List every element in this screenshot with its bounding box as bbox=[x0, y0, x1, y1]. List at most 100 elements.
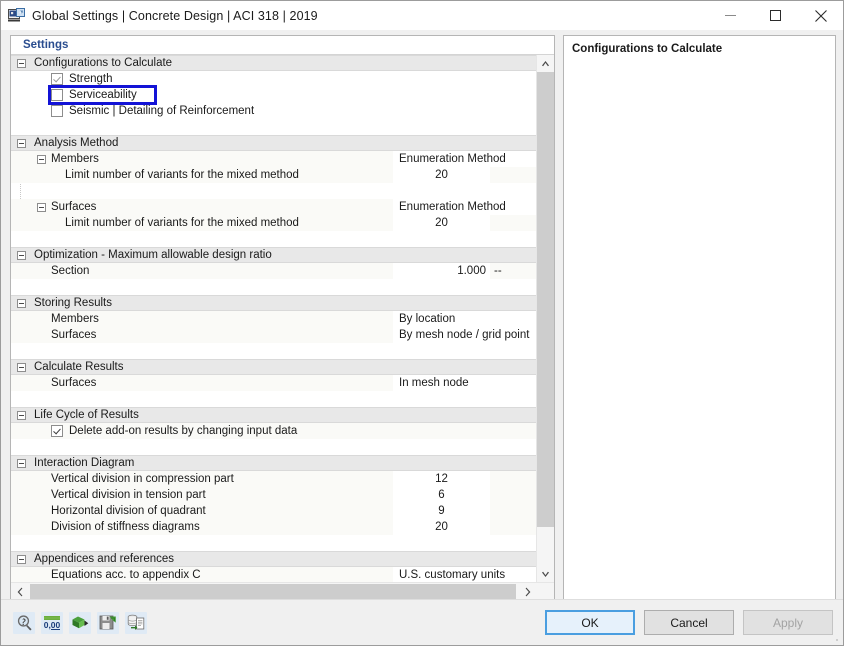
group-title: Analysis Method bbox=[34, 137, 119, 149]
copy-settings-icon[interactable] bbox=[125, 611, 147, 634]
cancel-button[interactable]: Cancel bbox=[644, 610, 734, 635]
tree-row-storing-members[interactable]: Members By location bbox=[11, 311, 537, 327]
tree-row-value[interactable]: By location bbox=[393, 311, 537, 327]
scroll-down-icon[interactable] bbox=[537, 566, 554, 583]
scroll-right-icon[interactable] bbox=[520, 583, 537, 600]
tree-row-value[interactable]: 20 bbox=[393, 215, 490, 231]
tree-row-value[interactable]: 1.000 bbox=[393, 263, 490, 279]
tree-vertical-scrollbar[interactable] bbox=[536, 55, 554, 583]
tree-row-delete-addon-results[interactable]: Delete add-on results by changing input … bbox=[11, 423, 537, 439]
tree-row-label: Members bbox=[51, 312, 99, 325]
tree-row-label: Equations acc. to appendix C bbox=[51, 568, 201, 581]
tree-row-value[interactable]: Enumeration Method bbox=[393, 151, 537, 167]
tree-row-label: Limit number of variants for the mixed m… bbox=[65, 168, 299, 181]
group-spacer bbox=[11, 439, 537, 455]
tree-row-value[interactable]: By mesh node / grid point bbox=[393, 327, 537, 343]
serviceability-checkbox[interactable] bbox=[51, 89, 63, 101]
close-button[interactable] bbox=[798, 1, 843, 30]
tree-horizontal-scrollbar[interactable] bbox=[11, 582, 554, 600]
group-spacer bbox=[11, 343, 537, 359]
group-title: Configurations to Calculate bbox=[34, 57, 173, 69]
tree-row-value[interactable]: 6 bbox=[393, 487, 490, 503]
settings-tree-container: Configurations to Calculate Strength Ser… bbox=[11, 55, 554, 600]
seismic-checkbox[interactable] bbox=[51, 105, 63, 117]
tree-row-label: Vertical division in compression part bbox=[51, 472, 234, 485]
tree-row-equations-appendix-c[interactable]: Equations acc. to appendix C U.S. custom… bbox=[11, 567, 537, 583]
scroll-left-icon[interactable] bbox=[11, 583, 28, 600]
collapse-toggle-icon[interactable] bbox=[11, 554, 31, 564]
tree-row-value[interactable]: In mesh node bbox=[393, 375, 537, 391]
collapse-toggle-icon[interactable] bbox=[31, 202, 51, 212]
tree-row-label: Surfaces bbox=[51, 328, 97, 341]
collapse-toggle-icon[interactable] bbox=[11, 362, 31, 372]
tree-row-serviceability[interactable]: Serviceability bbox=[11, 87, 537, 103]
collapse-toggle-icon[interactable] bbox=[11, 410, 31, 420]
collapse-toggle-icon[interactable] bbox=[11, 250, 31, 260]
tree-row-unit: -- bbox=[490, 263, 536, 279]
group-header-life-cycle[interactable]: Life Cycle of Results bbox=[11, 407, 537, 423]
strength-checkbox[interactable] bbox=[51, 73, 63, 85]
group-title: Life Cycle of Results bbox=[34, 409, 139, 421]
info-panel-title: Configurations to Calculate bbox=[572, 43, 723, 55]
tree-row-section[interactable]: Section 1.000 -- bbox=[11, 263, 537, 279]
tree-row-horizontal-division-quadrant[interactable]: Horizontal division of quadrant 9 bbox=[11, 503, 537, 519]
search-settings-icon[interactable] bbox=[13, 611, 35, 634]
resize-grip[interactable] bbox=[830, 633, 840, 643]
tree-row-value[interactable]: 20 bbox=[393, 519, 490, 535]
tree-row-value[interactable]: U.S. customary units bbox=[393, 567, 537, 583]
tree-row-seismic[interactable]: Seismic | Detailing of Reinforcement bbox=[11, 103, 537, 119]
tree-row-limit-variants-surfaces[interactable]: Limit number of variants for the mixed m… bbox=[11, 215, 537, 231]
group-header-storing-results[interactable]: Storing Results bbox=[11, 295, 537, 311]
save-settings-icon[interactable] bbox=[97, 611, 119, 634]
dialog-body: Settings Configurations to Calculate Str… bbox=[1, 30, 843, 601]
window-title: Global Settings | Concrete Design | ACI … bbox=[32, 8, 318, 23]
group-header-appendices[interactable]: Appendices and references bbox=[11, 551, 537, 567]
maximize-button[interactable] bbox=[753, 1, 798, 30]
collapse-toggle-icon[interactable] bbox=[11, 298, 31, 308]
info-panel: Configurations to Calculate bbox=[563, 35, 836, 601]
collapse-toggle-icon[interactable] bbox=[11, 138, 31, 148]
tree-row-value[interactable]: 12 bbox=[393, 471, 490, 487]
tree-row-label: Delete add-on results by changing input … bbox=[69, 424, 298, 437]
group-header-optimization[interactable]: Optimization - Maximum allowable design … bbox=[11, 247, 537, 263]
vertical-scroll-thumb[interactable] bbox=[537, 72, 554, 527]
group-title: Storing Results bbox=[34, 297, 112, 309]
import-settings-icon[interactable] bbox=[69, 611, 91, 634]
tree-row-division-stiffness-diagrams[interactable]: Division of stiffness diagrams 20 bbox=[11, 519, 537, 535]
tree-row-vertical-division-tension[interactable]: Vertical division in tension part 6 bbox=[11, 487, 537, 503]
tree-row-limit-variants-members[interactable]: Limit number of variants for the mixed m… bbox=[11, 167, 537, 183]
delete-addon-results-checkbox[interactable] bbox=[51, 425, 63, 437]
collapse-toggle-icon[interactable] bbox=[31, 154, 51, 164]
subgroup-spacer bbox=[11, 183, 537, 199]
tree-row-vertical-division-compression[interactable]: Vertical division in compression part 12 bbox=[11, 471, 537, 487]
ok-button[interactable]: OK bbox=[545, 610, 635, 635]
global-settings-dialog: Global Settings | Concrete Design | ACI … bbox=[0, 0, 844, 646]
tree-row-strength[interactable]: Strength bbox=[11, 71, 537, 87]
tree-row-members-analysis[interactable]: Members Enumeration Method bbox=[11, 151, 537, 167]
group-header-configurations[interactable]: Configurations to Calculate bbox=[11, 55, 537, 71]
tree-row-label: Members bbox=[51, 152, 99, 165]
tree-row-calculate-surfaces[interactable]: Surfaces In mesh node bbox=[11, 375, 537, 391]
decimal-places-icon[interactable]: 0,00 bbox=[41, 611, 63, 634]
group-header-calculate-results[interactable]: Calculate Results bbox=[11, 359, 537, 375]
tree-row-value[interactable]: Enumeration Method bbox=[393, 199, 537, 215]
group-title: Interaction Diagram bbox=[34, 457, 135, 469]
group-header-analysis-method[interactable]: Analysis Method bbox=[11, 135, 537, 151]
minimize-button[interactable] bbox=[708, 1, 753, 30]
scroll-up-icon[interactable] bbox=[537, 55, 554, 72]
tree-row-label: Section bbox=[51, 264, 90, 277]
horizontal-scroll-thumb[interactable] bbox=[30, 584, 516, 599]
tree-row-value[interactable]: 20 bbox=[393, 167, 490, 183]
settings-tree[interactable]: Configurations to Calculate Strength Ser… bbox=[11, 55, 537, 583]
settings-panel: Settings Configurations to Calculate Str… bbox=[10, 35, 555, 601]
tree-row-label: Strength bbox=[69, 72, 113, 85]
group-header-interaction-diagram[interactable]: Interaction Diagram bbox=[11, 455, 537, 471]
tab-settings[interactable]: Settings bbox=[19, 37, 72, 54]
collapse-toggle-icon[interactable] bbox=[11, 458, 31, 468]
tree-row-storing-surfaces[interactable]: Surfaces By mesh node / grid point bbox=[11, 327, 537, 343]
collapse-toggle-icon[interactable] bbox=[11, 58, 31, 68]
settings-tree-content: Configurations to Calculate Strength Ser… bbox=[11, 55, 537, 583]
tree-row-value[interactable]: 9 bbox=[393, 503, 490, 519]
group-spacer bbox=[11, 391, 537, 407]
tree-row-surfaces-analysis[interactable]: Surfaces Enumeration Method bbox=[11, 199, 537, 215]
